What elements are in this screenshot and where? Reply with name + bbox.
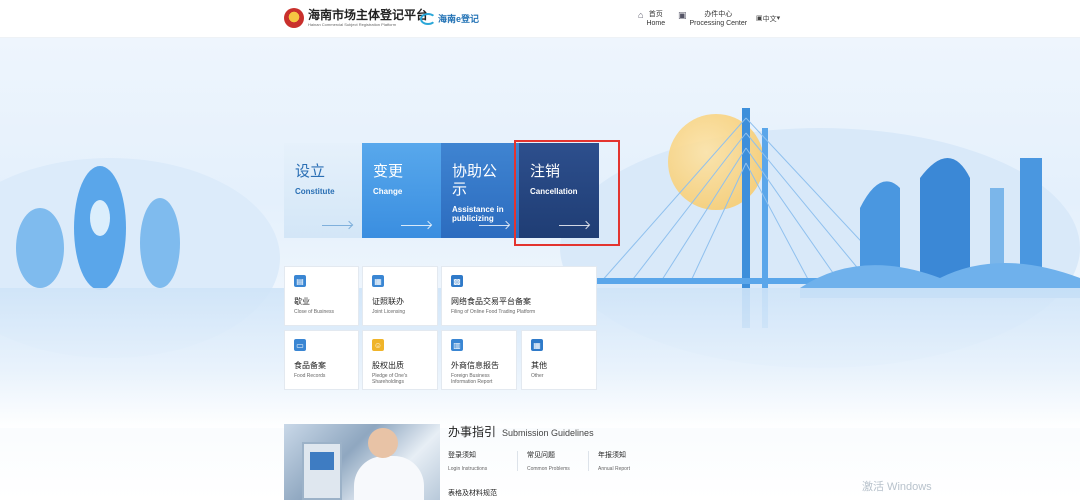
service-label-en: Pledge of One's Shareholdings (372, 373, 408, 385)
tile-change[interactable]: 变更 Change (362, 143, 441, 238)
tile-assistance-publicizing[interactable]: 协助公示 Assistance in publicizing (441, 143, 519, 238)
nav-home-cn: 首页 (648, 11, 663, 18)
service-label-cn: 网络食品交易平台备案 (451, 297, 531, 306)
service-foreign-info-report[interactable]: ▥ 外商信息报告 Foreign Business Information Re… (441, 330, 517, 390)
guide-item-cn: 年报须知 (598, 452, 626, 459)
guide-forms-materials[interactable]: 表格及材料规范 (448, 488, 497, 498)
service-label-cn: 证照联办 (372, 297, 404, 306)
swoosh-icon (420, 12, 436, 25)
divider (517, 451, 518, 471)
guide-annual-report[interactable]: 年报须知 Annual Report (598, 451, 630, 472)
arrow-right-icon (401, 225, 431, 226)
service-label-cn: 食品备案 (294, 361, 326, 370)
guidelines-title-en: Submission Guidelines (502, 428, 594, 438)
tile-change-cn: 变更 (373, 163, 404, 180)
language-label: 中文 (762, 16, 777, 23)
service-other[interactable]: ▦ 其他 Other (521, 330, 597, 390)
divider (588, 451, 589, 471)
tile-assistance-cn: 协助公示 (452, 163, 498, 198)
windows-activation-watermark: 激活 Windows (862, 481, 932, 493)
service-label-en: Joint Licensing (372, 309, 406, 315)
service-food-records[interactable]: ▭ 食品备案 Food Records (284, 330, 359, 390)
service-kiosk-photo (284, 424, 440, 500)
logo-title-cn: 海南市场主体登记平台 (308, 8, 429, 22)
service-label-cn: 股权出质 (372, 361, 404, 370)
guidelines-heading: 办事指引 Submission Guidelines (448, 423, 594, 440)
national-emblem-icon (284, 8, 304, 28)
chevron-down-icon: ▾ (776, 15, 781, 22)
service-online-food-platform[interactable]: ▩ 网络食品交易平台备案 Filing of Online Food Tradi… (441, 266, 597, 326)
tile-constitute-en: Constitute (295, 187, 335, 196)
tile-constitute-cn: 设立 (295, 163, 326, 180)
license-icon: ▦ (372, 275, 384, 287)
language-selector[interactable]: ▣ 中文 ▾ (756, 14, 780, 24)
language-icon: ▣ (756, 15, 763, 22)
id-card-icon: ▭ (294, 339, 306, 351)
service-label-en: Foreign Business Information Report (451, 373, 493, 385)
building-icon: ▣ (678, 10, 687, 20)
service-label-cn: 歇业 (294, 297, 310, 306)
person-icon: ☺ (372, 339, 384, 351)
nav-home-en: Home (646, 20, 666, 27)
platform-icon: ▩ (451, 275, 463, 287)
guidelines-title-cn: 办事指引 (448, 425, 497, 439)
logo-title-en: Hainan Commercial Subject Registration P… (308, 22, 397, 27)
grid-icon: ▦ (531, 339, 543, 351)
platform-logo[interactable]: 海南市场主体登记平台 Hainan Commercial Subject Reg… (284, 8, 428, 28)
e-registration-label: 海南e登记 (438, 14, 480, 24)
service-label-en: Close of Business (294, 309, 335, 315)
arrow-right-icon (322, 225, 352, 226)
left-landmark-illustration (16, 166, 180, 290)
selection-highlight-box (514, 140, 620, 246)
header-bar: 海南市场主体登记平台 Hainan Commercial Subject Reg… (0, 0, 1080, 38)
guide-login-instructions[interactable]: 登录须知 Login Instructions (448, 451, 487, 472)
nav-home[interactable]: ⌂ 首页 Home (638, 10, 665, 28)
guide-item-cn: 登录须知 (448, 452, 476, 459)
guide-item-en: Annual Report (598, 466, 630, 472)
service-label-en: Filing of Online Food Trading Platform (451, 309, 536, 315)
nav-processing-en: Processing Center (689, 20, 748, 27)
arrow-right-icon (479, 225, 509, 226)
report-icon: ▥ (451, 339, 463, 351)
nav-processing-cn: 办件中心 (704, 11, 733, 18)
tile-constitute[interactable]: 设立 Constitute (284, 143, 362, 238)
service-close-business[interactable]: ▤ 歇业 Close of Business (284, 266, 359, 326)
tile-assistance-en: Assistance in publicizing (452, 205, 504, 223)
service-label-en: Other (531, 373, 544, 379)
service-label-cn: 外商信息报告 (451, 361, 499, 370)
tile-change-en: Change (373, 187, 403, 196)
service-joint-licensing[interactable]: ▦ 证照联办 Joint Licensing (362, 266, 438, 326)
e-registration-logo[interactable]: 海南e登记 (420, 12, 479, 25)
guide-item-en: Login Instructions (448, 466, 488, 472)
service-label-en: Food Records (294, 373, 326, 379)
nav-processing-center[interactable]: ▣ 办件中心 Processing Center (678, 10, 747, 28)
document-icon: ▤ (294, 275, 306, 287)
service-label-cn: 其他 (531, 361, 547, 370)
service-equity-pledge[interactable]: ☺ 股权出质 Pledge of One's Shareholdings (362, 330, 438, 390)
guide-common-problems[interactable]: 常见问题 Common Problems (527, 451, 570, 472)
home-icon: ⌂ (638, 10, 644, 20)
guide-item-en: Common Problems (527, 466, 570, 472)
guide-item-cn: 常见问题 (527, 452, 555, 459)
